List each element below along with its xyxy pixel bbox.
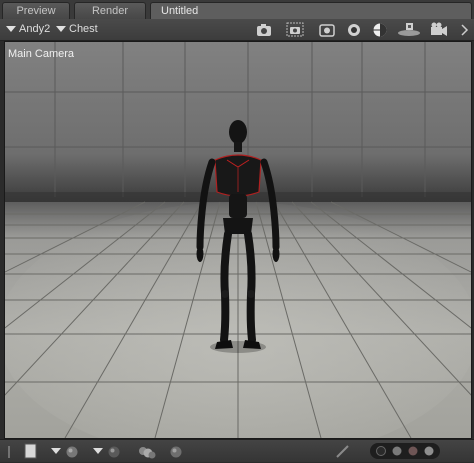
camera-snapshot-icon[interactable] [318, 21, 336, 38]
figure-select-label: Andy2 [19, 23, 51, 35]
document-tab-bar: Preview Render Untitled [0, 0, 474, 20]
camera-icon[interactable] [255, 21, 273, 38]
body-part-select-menu[interactable]: Chest [56, 19, 98, 40]
circle-dot-icon[interactable] [346, 21, 364, 38]
tab-render[interactable]: Render [74, 2, 146, 19]
sphere-icon[interactable] [371, 21, 389, 38]
sphere-small-icon[interactable] [168, 443, 184, 462]
shaded-sphere-dropdown-icon[interactable] [92, 443, 122, 462]
pencil-icon[interactable] [335, 443, 351, 462]
ground-plane-icon[interactable] [396, 21, 422, 38]
ground-toggle-icon[interactable] [8, 443, 20, 462]
camera-name-label[interactable]: Main Camera [8, 48, 74, 60]
3d-viewport[interactable]: Main Camera [4, 41, 472, 439]
viewport-toolbar: Andy2 Chest [0, 19, 474, 41]
multi-sphere-icon[interactable] [136, 443, 158, 462]
background-color-4-swatch[interactable] [424, 446, 434, 456]
tab-untitled[interactable]: Untitled [150, 2, 472, 19]
chevron-right-icon[interactable] [459, 21, 471, 38]
background-color-1-swatch[interactable] [376, 446, 386, 456]
background-color-3-swatch[interactable] [408, 446, 418, 456]
camera-frame-icon[interactable] [286, 21, 304, 38]
scene-render [5, 42, 471, 438]
movie-camera-icon[interactable] [430, 21, 448, 38]
body-part-select-label: Chest [69, 23, 98, 35]
figure-select-menu[interactable]: Andy2 [6, 19, 50, 40]
dropdown-triangle-icon [56, 26, 66, 33]
tab-preview[interactable]: Preview [2, 2, 70, 19]
dropdown-triangle-icon [6, 26, 16, 33]
color-swatches [370, 442, 442, 463]
viewport-bottom-bar [0, 439, 474, 462]
background-color-2-swatch[interactable] [392, 446, 402, 456]
sphere-dropdown-icon[interactable] [50, 443, 80, 462]
document-icon[interactable] [24, 443, 38, 462]
